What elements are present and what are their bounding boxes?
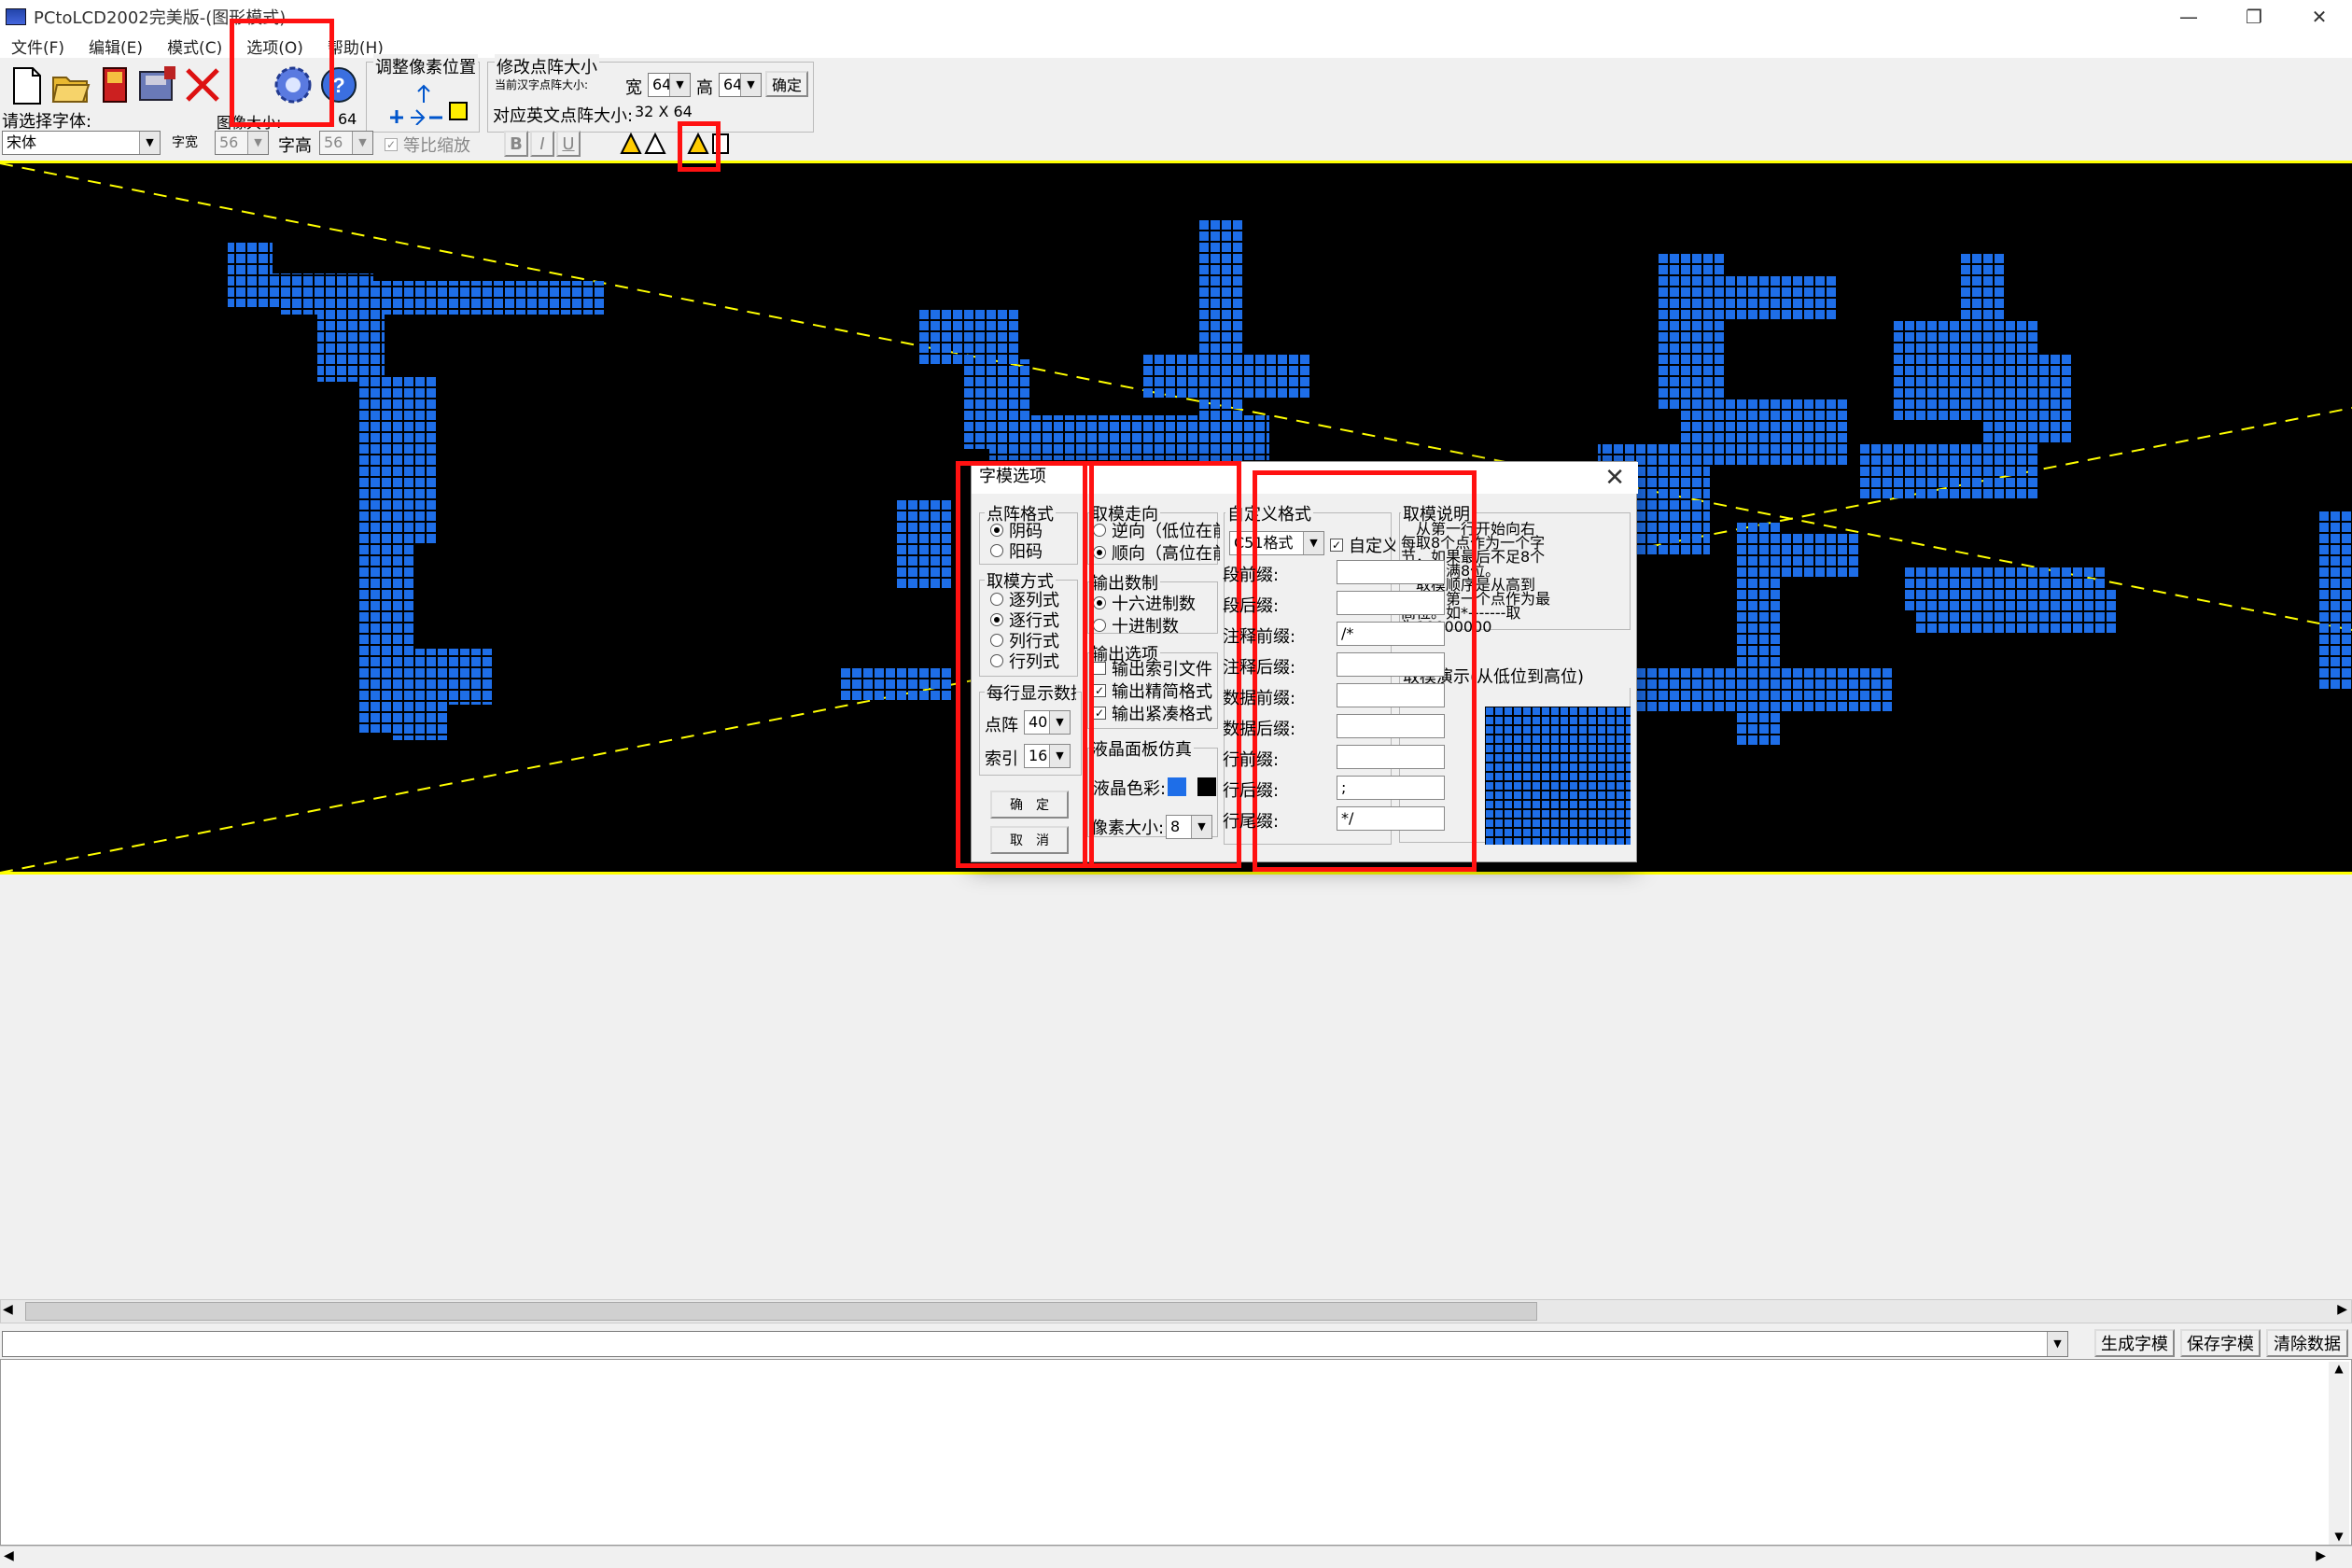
scroll-down-icon[interactable]: ▼ [2329, 1530, 2349, 1543]
pixel-arrows [383, 82, 472, 126]
save-as-icon[interactable] [136, 63, 179, 106]
scroll-right-icon[interactable]: ▶ [2316, 1548, 2326, 1563]
save-icon[interactable] [93, 63, 136, 106]
app-icon [6, 8, 26, 25]
output-bar: ▼ 生成字模 保存字模 清除数据 [0, 1327, 2352, 1359]
maximize-button[interactable]: ❐ [2221, 0, 2287, 34]
highlight-toolbar-icon [678, 121, 721, 172]
generate-button[interactable]: 生成字模 [2094, 1329, 2175, 1357]
menu-mode[interactable]: 模式(C) [167, 35, 222, 58]
custom-field-input[interactable]: ; [1337, 776, 1445, 800]
scroll-left-icon[interactable]: ◀ [3, 1302, 13, 1317]
output-textarea[interactable]: ▲ ▼ [0, 1359, 2352, 1546]
custom-field-label: 注释后缀: [1223, 658, 1296, 678]
current-char-label: 当前汉字点阵大小: [495, 78, 589, 91]
chevron-down-icon: ▼ [669, 74, 690, 96]
custom-field-label: 行前缀: [1223, 750, 1280, 770]
custom-field-input[interactable] [1337, 745, 1445, 769]
chevron-down-icon: ▼ [247, 132, 268, 154]
scroll-left-icon[interactable]: ◀ [4, 1548, 14, 1563]
adjust-pixel-label: 调整像素位置 [373, 54, 478, 78]
char-width-select[interactable]: 56 ▼ [215, 131, 269, 155]
highlight-dialog-col1 [956, 461, 1094, 868]
underline-button[interactable]: U [556, 131, 581, 157]
minimize-button[interactable]: — [2156, 0, 2221, 34]
scroll-right-icon[interactable]: ▶ [2337, 1302, 2347, 1317]
image-size-value: 64 [338, 110, 357, 128]
char-width-label: 字宽 [172, 135, 198, 150]
menu-edit[interactable]: 编辑(E) [89, 35, 143, 58]
custom-field-input[interactable]: /* [1337, 622, 1445, 646]
width-select[interactable]: 64 ▼ [648, 73, 691, 97]
custom-field-label: 数据后缀: [1223, 720, 1296, 739]
chevron-down-icon: ▼ [352, 132, 372, 154]
chevron-down-icon: ▼ [139, 132, 160, 154]
close-window-button[interactable]: ✕ [2287, 0, 2352, 34]
delete-icon[interactable] [181, 63, 224, 106]
custom-field-input[interactable] [1337, 714, 1445, 738]
clear-data-button[interactable]: 清除数据 [2266, 1329, 2348, 1357]
modify-dot-label: 修改点阵大小 [495, 54, 599, 78]
output-hscrollbar[interactable]: ◀ ▶ [0, 1546, 2352, 1568]
font-select[interactable]: 宋体 ▼ [2, 131, 161, 155]
dot-size-confirm-button[interactable]: 确定 [765, 71, 808, 97]
custom-field-label: 段后缀: [1223, 596, 1280, 616]
demo-grid [1485, 707, 1631, 845]
highlight-options-menu [230, 19, 334, 127]
custom-field-input[interactable] [1337, 560, 1445, 584]
chevron-down-icon: ▼ [2047, 1332, 2067, 1356]
menu-bar: 文件(F) 编辑(E) 模式(C) 选项(O) 帮助(H) [0, 34, 2352, 58]
new-file-icon[interactable] [6, 63, 49, 106]
height-select[interactable]: 64 ▼ [719, 73, 762, 97]
custom-field-input[interactable] [1337, 652, 1445, 677]
english-size-value: 32 X 64 [635, 103, 693, 120]
output-vscrollbar[interactable]: ▲ ▼ [2329, 1362, 2349, 1545]
title-bar: PCtoLCD2002完美版-(图形模式) — ❐ ✕ [0, 0, 2352, 34]
proportional-checkbox[interactable]: ✓ 等比缩放 [385, 133, 470, 157]
english-size-label: 对应英文点阵大小: [493, 106, 634, 126]
toolbar: ? 调整像素位置 修改点阵大小 当前汉字点阵大小: 宽 64 ▼ 高 64 ▼ 确定… [0, 54, 2352, 161]
custom-field-label: 数据前缀: [1223, 689, 1296, 708]
scroll-up-icon[interactable]: ▲ [2329, 1362, 2349, 1375]
font-select-label: 请选择字体: [2, 112, 92, 132]
custom-field-input[interactable] [1337, 683, 1445, 707]
custom-field-label: 注释前缀: [1223, 627, 1296, 647]
italic-button[interactable]: I [530, 131, 554, 157]
chevron-down-icon: ▼ [740, 74, 761, 96]
custom-field-label: 段前缀: [1223, 566, 1280, 585]
save-font-button[interactable]: 保存字模 [2180, 1329, 2261, 1357]
highlight-dialog-col2 [1083, 461, 1241, 868]
bold-button[interactable]: B [504, 131, 528, 157]
menu-file[interactable]: 文件(F) [11, 35, 64, 58]
rotate-icon[interactable] [616, 127, 672, 159]
char-height-label: 字高 [278, 136, 312, 156]
width-label: 宽 [625, 78, 642, 98]
output-select[interactable]: ▼ [2, 1331, 2068, 1357]
custom-field-label: 行尾缀: [1223, 812, 1280, 832]
custom-field-input[interactable] [1337, 591, 1445, 615]
canvas-hscrollbar[interactable]: ◀ ▶ [0, 1299, 2352, 1323]
dialog-close-icon[interactable]: ✕ [1604, 464, 1625, 492]
custom-field-input[interactable]: */ [1337, 806, 1445, 831]
open-folder-icon[interactable] [49, 63, 91, 106]
hscroll-thumb[interactable] [25, 1302, 1537, 1321]
height-label: 高 [696, 78, 713, 98]
custom-field-label: 行后缀: [1223, 781, 1280, 801]
svg-text:?: ? [332, 74, 344, 97]
char-height-select[interactable]: 56 ▼ [319, 131, 373, 155]
